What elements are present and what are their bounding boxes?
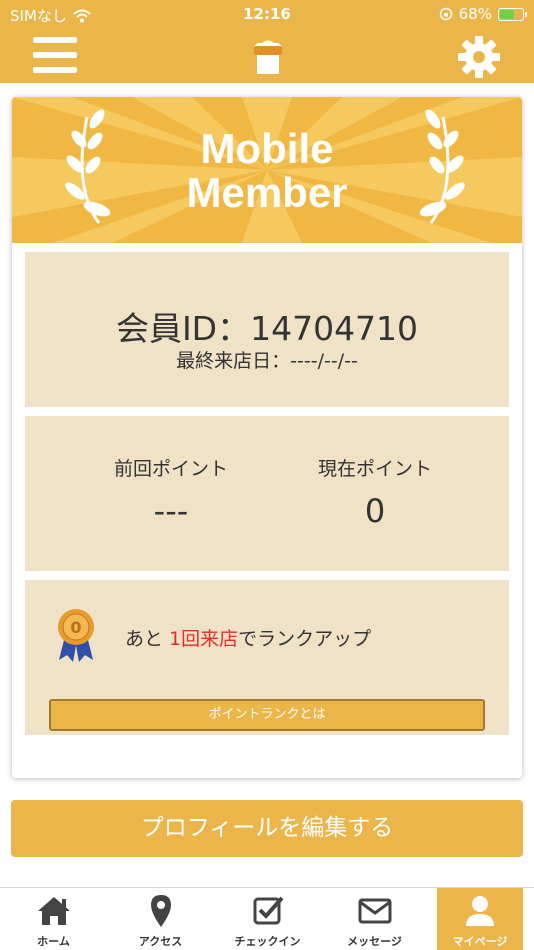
edit-profile-button[interactable]: プロフィールを編集する bbox=[11, 800, 523, 857]
tab-checkin[interactable]: チェックイン bbox=[214, 888, 321, 950]
map-pin-icon bbox=[150, 895, 171, 927]
member-id: 会員ID：14704710 bbox=[115, 309, 419, 348]
status-bar: SIMなし 12:16 68% bbox=[0, 0, 534, 28]
tab-message[interactable]: メッセージ bbox=[321, 888, 428, 950]
app-header bbox=[0, 28, 534, 83]
rankup-message: あと 1回来店でランクアップ bbox=[125, 628, 372, 650]
tab-checkin-label: チェックイン bbox=[234, 935, 301, 948]
tab-mypage-label: マイページ bbox=[452, 935, 508, 948]
orientation-lock-icon bbox=[439, 7, 452, 21]
member-banner: Mobile Member bbox=[12, 97, 522, 243]
medal-icon: 0 bbox=[58, 609, 94, 662]
tab-home-label: ホーム bbox=[37, 935, 70, 948]
tab-access-label: アクセス bbox=[138, 935, 183, 948]
user-icon bbox=[466, 896, 494, 926]
current-points-value: 0 bbox=[364, 492, 386, 530]
tab-message-label: メッセージ bbox=[347, 935, 402, 948]
battery-icon bbox=[498, 7, 527, 21]
previous-points-label: 前回ポイント bbox=[113, 458, 228, 480]
member-id-panel: 会員ID：14704710 最終来店日：----/--/-- bbox=[25, 252, 509, 407]
tab-home[interactable]: ホーム bbox=[0, 888, 107, 950]
battery-percent: 68% bbox=[458, 5, 492, 23]
current-points-label: 現在ポイント bbox=[317, 458, 432, 480]
tab-mypage[interactable]: マイページ bbox=[437, 888, 523, 950]
rank-panel: 0 あと 1回来店でランクアップ ポイントランクとは bbox=[25, 580, 509, 735]
visits-remaining: 1回来店 bbox=[169, 628, 239, 650]
points-panel: 前回ポイント --- 現在ポイント 0 bbox=[25, 416, 509, 571]
home-icon bbox=[37, 897, 70, 925]
mail-icon bbox=[358, 898, 391, 924]
checkin-icon bbox=[253, 896, 283, 925]
bakery-logo[interactable] bbox=[248, 36, 288, 76]
member-card: Mobile Member 会員ID：14704710 最終来店日：----/-… bbox=[12, 97, 522, 778]
gear-icon[interactable] bbox=[456, 34, 502, 80]
medal-value: 0 bbox=[70, 618, 81, 637]
previous-points-value: --- bbox=[153, 492, 189, 530]
last-visit-date: 最終来店日：----/--/-- bbox=[176, 350, 358, 372]
laurel-right-icon bbox=[419, 109, 465, 224]
tab-access[interactable]: アクセス bbox=[107, 888, 214, 950]
hamburger-icon[interactable] bbox=[33, 37, 77, 73]
point-rank-info-button[interactable]: ポイントランクとは bbox=[49, 699, 485, 731]
tab-bar: ホーム アクセス チェックイン メッセージ マイページ bbox=[0, 887, 534, 950]
